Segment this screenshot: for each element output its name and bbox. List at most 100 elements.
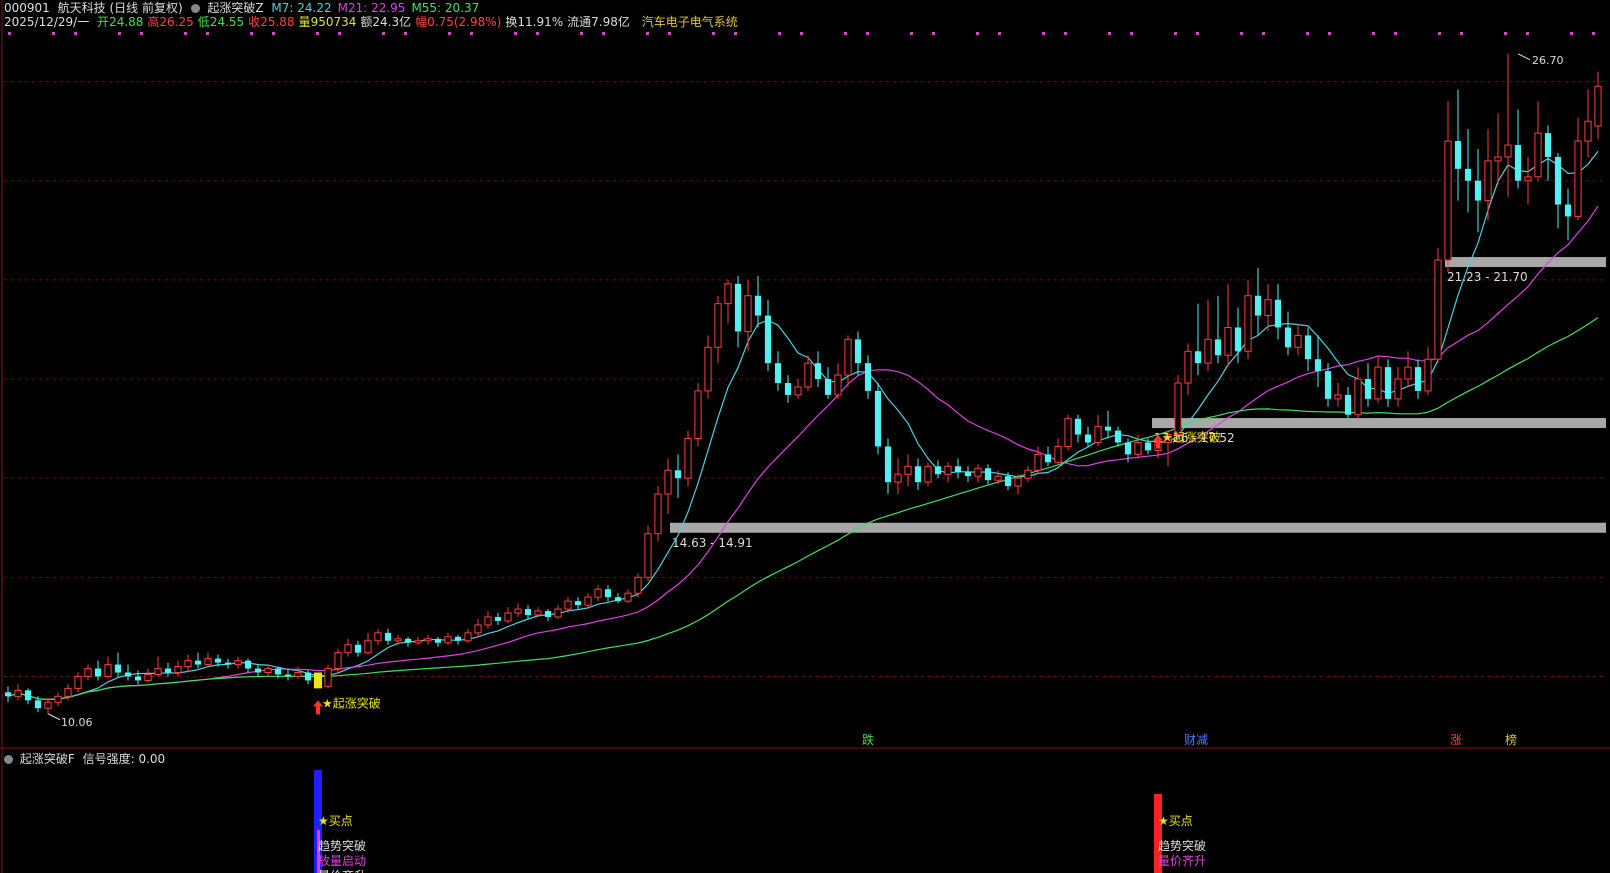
candle-body[interactable] bbox=[634, 576, 642, 594]
candle-body[interactable] bbox=[84, 668, 92, 677]
candle-body[interactable] bbox=[1094, 426, 1102, 443]
candle-body[interactable] bbox=[744, 295, 752, 332]
candle-body[interactable] bbox=[1384, 367, 1392, 399]
candle-body[interactable] bbox=[794, 386, 802, 396]
candle-body[interactable] bbox=[754, 295, 762, 316]
candle-body[interactable] bbox=[1174, 382, 1182, 436]
candle-body[interactable] bbox=[814, 363, 822, 380]
candle-body[interactable] bbox=[574, 601, 582, 606]
candle-body[interactable] bbox=[354, 644, 362, 653]
candle-body[interactable] bbox=[1104, 426, 1112, 431]
candle-body[interactable] bbox=[704, 346, 712, 392]
candle-body[interactable] bbox=[394, 638, 402, 642]
candle-body[interactable] bbox=[164, 668, 172, 673]
candle-body[interactable] bbox=[174, 666, 182, 674]
candle-body[interactable] bbox=[204, 658, 212, 666]
candle-body[interactable] bbox=[1324, 371, 1332, 399]
candle-body[interactable] bbox=[254, 668, 262, 673]
candle-body[interactable] bbox=[1274, 299, 1282, 328]
candle-body[interactable] bbox=[384, 632, 392, 641]
candle-body[interactable] bbox=[1334, 394, 1342, 400]
candle-body[interactable] bbox=[1424, 358, 1432, 392]
candle-body[interactable] bbox=[774, 363, 782, 383]
candle-body[interactable] bbox=[534, 610, 542, 616]
candle-body[interactable] bbox=[224, 662, 232, 665]
candle-body[interactable] bbox=[974, 467, 982, 477]
candle-body[interactable] bbox=[924, 465, 932, 483]
candle-body[interactable] bbox=[1304, 335, 1312, 360]
candle-body[interactable] bbox=[454, 636, 462, 641]
event-marker-0[interactable]: 跌 bbox=[862, 732, 874, 747]
candle-body[interactable] bbox=[1264, 299, 1272, 317]
candle-body[interactable] bbox=[694, 390, 702, 440]
candle-body[interactable] bbox=[24, 690, 32, 701]
candle-body[interactable] bbox=[374, 632, 382, 642]
candle-body[interactable] bbox=[304, 672, 312, 681]
candle-body[interactable] bbox=[134, 676, 142, 681]
candle-body[interactable] bbox=[524, 609, 532, 616]
candle-body[interactable] bbox=[1344, 394, 1352, 415]
sub-indicator-title[interactable]: 起涨突破F bbox=[20, 752, 75, 766]
candle-body[interactable] bbox=[594, 588, 602, 598]
candle-body[interactable] bbox=[1394, 378, 1402, 400]
candle-body[interactable] bbox=[4, 692, 12, 697]
candle-body[interactable] bbox=[114, 664, 122, 673]
candle-body[interactable] bbox=[864, 363, 872, 391]
candle-body[interactable] bbox=[644, 533, 652, 578]
candle-body[interactable] bbox=[1294, 334, 1302, 348]
candle-body[interactable] bbox=[444, 636, 452, 644]
candle-body[interactable] bbox=[14, 689, 22, 697]
candle-body[interactable] bbox=[964, 472, 972, 477]
candle-body[interactable] bbox=[474, 624, 482, 634]
candle-body[interactable] bbox=[1014, 477, 1022, 487]
candle-body[interactable] bbox=[364, 640, 372, 654]
candle-body[interactable] bbox=[424, 638, 432, 642]
candle-body[interactable] bbox=[1554, 156, 1562, 205]
candle-body[interactable] bbox=[804, 362, 812, 388]
candle-body[interactable] bbox=[104, 664, 112, 677]
candle-body[interactable] bbox=[1504, 144, 1512, 158]
candle-body[interactable] bbox=[1084, 434, 1092, 443]
candle-body[interactable] bbox=[94, 668, 102, 677]
candle-body[interactable] bbox=[1044, 454, 1052, 463]
candle-body[interactable] bbox=[1494, 156, 1502, 162]
indicator-toggle-icon[interactable] bbox=[190, 4, 200, 13]
candle-body[interactable] bbox=[734, 283, 742, 332]
candle-body[interactable] bbox=[984, 468, 992, 481]
candle-body[interactable] bbox=[624, 592, 632, 602]
candle-body[interactable] bbox=[1404, 366, 1412, 380]
candle-body[interactable] bbox=[1574, 140, 1582, 217]
kline-chart[interactable]: 14.63 - 14.9117.26 - 17.5221.23 - 21.70★… bbox=[0, 0, 1610, 873]
candle-body[interactable] bbox=[894, 473, 902, 483]
candle-body[interactable] bbox=[294, 672, 302, 677]
candle-body[interactable] bbox=[1314, 359, 1322, 372]
candle-body[interactable] bbox=[1374, 366, 1382, 400]
candle-body[interactable] bbox=[654, 493, 662, 535]
candle-body[interactable] bbox=[1584, 120, 1592, 142]
candle-body[interactable] bbox=[144, 673, 152, 681]
sector-label[interactable]: 汽车电子电气系统 bbox=[642, 15, 738, 29]
candle-body[interactable] bbox=[714, 303, 722, 348]
candle-body[interactable] bbox=[1434, 259, 1442, 360]
indicator-name[interactable]: 起涨突破Z bbox=[207, 1, 263, 15]
candle-body[interactable] bbox=[1034, 453, 1042, 471]
candle-body[interactable] bbox=[1364, 379, 1372, 399]
candle-body[interactable] bbox=[674, 470, 682, 479]
candle-body[interactable] bbox=[784, 383, 792, 395]
candle-body[interactable] bbox=[1124, 442, 1132, 455]
candle-body[interactable] bbox=[1594, 85, 1602, 127]
candle-body[interactable] bbox=[884, 446, 892, 483]
candle-body[interactable] bbox=[604, 589, 612, 598]
candle-body[interactable] bbox=[1184, 350, 1192, 384]
candle-body[interactable] bbox=[274, 668, 282, 675]
candle-body[interactable] bbox=[34, 700, 42, 709]
candle-body[interactable] bbox=[234, 660, 242, 666]
candle-body[interactable] bbox=[334, 652, 342, 670]
candle-body[interactable] bbox=[994, 475, 1002, 481]
candle-body[interactable] bbox=[554, 608, 562, 618]
candle-body[interactable] bbox=[1004, 476, 1012, 487]
candle-body[interactable] bbox=[1564, 204, 1572, 217]
candle-body[interactable] bbox=[1254, 295, 1262, 316]
candle-body[interactable] bbox=[1524, 176, 1532, 182]
candle-body[interactable] bbox=[154, 668, 162, 675]
